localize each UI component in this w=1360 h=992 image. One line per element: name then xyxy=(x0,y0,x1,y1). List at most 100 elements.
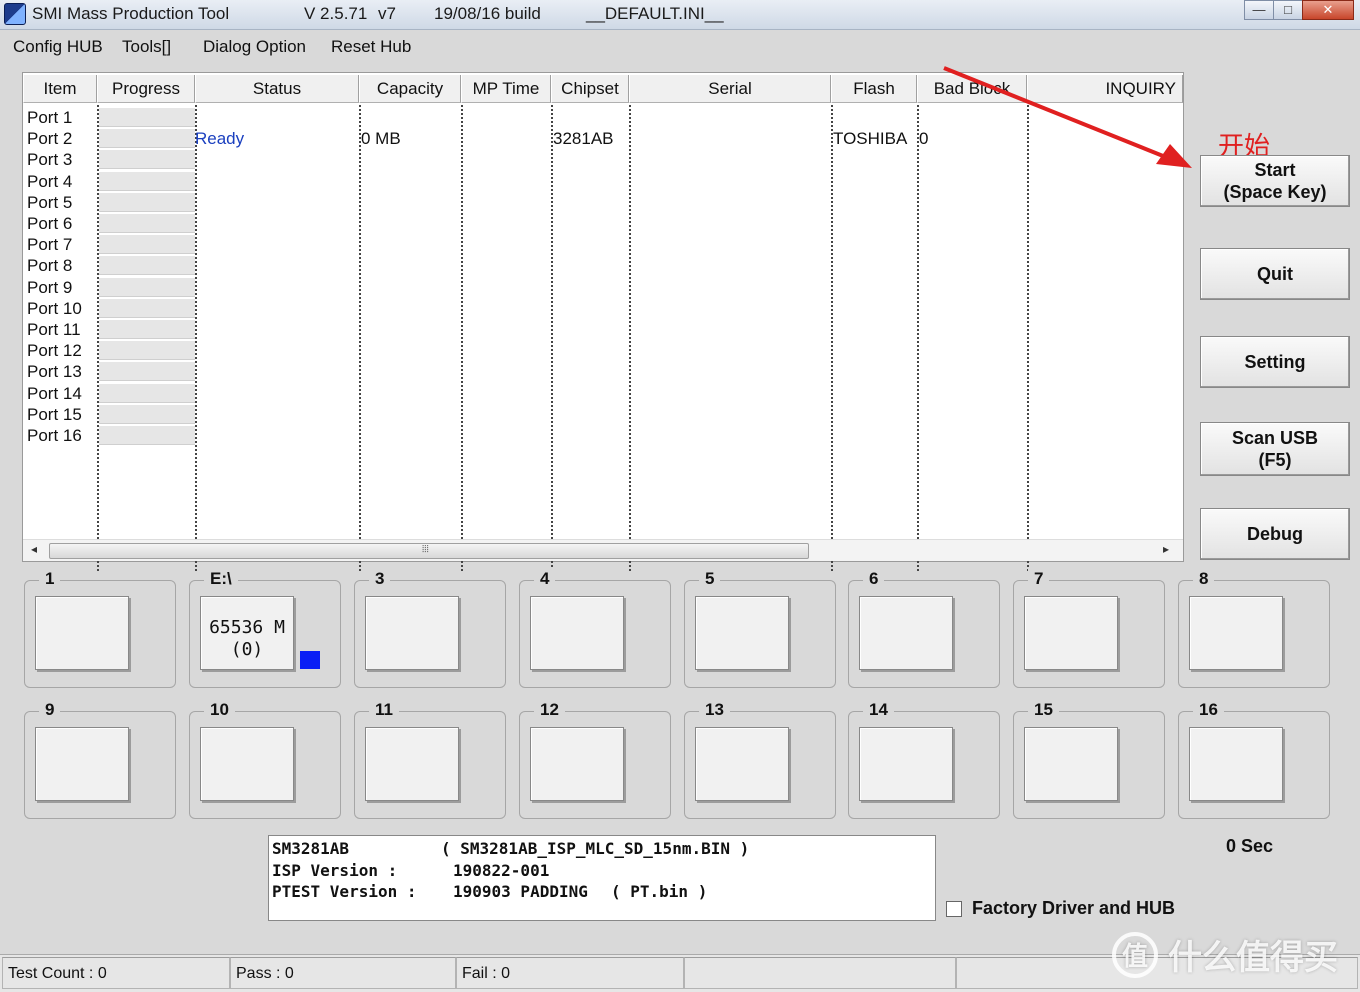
col-serial[interactable]: Serial xyxy=(629,75,831,103)
ptest-version-value: 190903 PADDING xyxy=(453,882,588,901)
port-status-box[interactable] xyxy=(1189,727,1283,801)
progress-cell xyxy=(99,256,195,276)
minimize-button[interactable]: — xyxy=(1244,0,1274,20)
setting-button[interactable]: Setting xyxy=(1200,336,1350,388)
port-status-box[interactable] xyxy=(1189,596,1283,670)
port-group-title: 11 xyxy=(369,700,399,720)
port-status-box[interactable]: 65536 M (0) xyxy=(200,596,294,670)
progress-cell xyxy=(99,341,195,361)
drive-status-indicator xyxy=(300,651,320,669)
scroll-left-icon[interactable]: ◂ xyxy=(31,542,37,556)
port-group-title: E:\ xyxy=(204,569,238,589)
elapsed-timer: 0 Sec xyxy=(1226,836,1274,856)
port-group-title: 5 xyxy=(699,569,721,589)
window-controls: — □ ✕ xyxy=(1244,0,1354,20)
port-status-box[interactable] xyxy=(695,727,789,801)
menu-config-hub[interactable]: Config HUB xyxy=(13,37,103,57)
port-group-15: 15 xyxy=(1013,700,1165,819)
progress-cell xyxy=(99,362,195,382)
port-status-box[interactable] xyxy=(859,596,953,670)
column-divider xyxy=(551,105,553,571)
status-panel xyxy=(684,957,956,989)
start-button[interactable]: Start (Space Key) xyxy=(1200,155,1350,207)
progress-cell xyxy=(99,404,195,424)
factory-driver-checkbox[interactable] xyxy=(946,900,962,917)
col-progress[interactable]: Progress xyxy=(97,75,195,103)
debug-button[interactable]: Debug xyxy=(1200,508,1350,560)
col-flash[interactable]: Flash xyxy=(831,75,917,103)
ini-label: __DEFAULT.INI__ xyxy=(586,4,724,23)
horizontal-scrollbar[interactable]: ◂ ⦙⦙⦙ ▸ xyxy=(23,539,1183,561)
scan-usb-key-label: (F5) xyxy=(1258,450,1292,470)
port-status-box[interactable] xyxy=(365,596,459,670)
port-group-14: 14 xyxy=(848,700,1000,819)
scroll-right-icon[interactable]: ▸ xyxy=(1163,542,1169,556)
col-mp-time[interactable]: MP Time xyxy=(461,75,551,103)
close-button[interactable]: ✕ xyxy=(1302,0,1354,20)
col-status[interactable]: Status xyxy=(195,75,359,103)
col-item[interactable]: Item xyxy=(23,75,97,103)
quit-button[interactable]: Quit xyxy=(1200,248,1350,300)
port-group-6: 6 xyxy=(848,569,1000,688)
port-group-11: 11 xyxy=(354,700,506,819)
menu-tools[interactable]: Tools[] xyxy=(122,37,171,57)
port-label: Port 3 xyxy=(27,150,73,170)
port2-status: Ready xyxy=(195,129,245,148)
port-status-box[interactable] xyxy=(530,596,624,670)
port2-flash: TOSHIBA xyxy=(833,129,908,148)
port-group-12: 12 xyxy=(519,700,671,819)
isp-version-label: ISP Version : xyxy=(272,861,398,880)
app-title: SMI Mass Production Tool xyxy=(32,4,230,23)
port-label: Port 8 xyxy=(27,256,73,276)
scroll-thumb[interactable]: ⦙⦙⦙ xyxy=(49,543,809,559)
variant-label: v7 xyxy=(378,4,396,23)
port-group-title: 7 xyxy=(1028,569,1050,589)
scan-usb-button[interactable]: Scan USB (F5) xyxy=(1200,422,1350,476)
isp-file: ( SM3281AB_ISP_MLC_SD_15nm.BIN ) xyxy=(441,839,750,858)
port2-chipset: 3281AB xyxy=(553,129,614,148)
annotation-arrow-icon xyxy=(943,66,1192,168)
menu-reset-hub[interactable]: Reset Hub xyxy=(331,37,411,57)
progress-cell xyxy=(99,171,195,191)
port-label: Port 4 xyxy=(27,171,73,191)
watermark-logo-icon: 值 xyxy=(1112,931,1158,978)
port-label: Port 1 xyxy=(27,108,73,127)
version-label: V 2.5.71 xyxy=(304,4,368,23)
progress-cell xyxy=(99,320,195,339)
port-status-box[interactable] xyxy=(695,596,789,670)
isp-version-value: 190822-001 xyxy=(453,861,550,880)
watermark: 值 什么值得买 xyxy=(1112,930,1338,979)
port-status-box[interactable] xyxy=(35,596,129,670)
progress-cell xyxy=(99,108,195,127)
col-capacity[interactable]: Capacity xyxy=(359,75,461,103)
port-label: Port 10 xyxy=(27,298,82,318)
maximize-button[interactable]: □ xyxy=(1273,0,1303,20)
port-label: Port 13 xyxy=(27,362,82,382)
port-group-5: 5 xyxy=(684,569,836,688)
build-label: 19/08/16 build xyxy=(434,4,541,23)
port-label: Port 9 xyxy=(27,277,73,297)
progress-cell xyxy=(99,235,195,255)
port-label: Port 6 xyxy=(27,214,73,233)
port-group-title: 9 xyxy=(39,700,61,720)
menu-dialog-option[interactable]: Dialog Option xyxy=(203,37,306,57)
port-status-box[interactable] xyxy=(859,727,953,801)
firmware-info-box: SM3281AB ( SM3281AB_ISP_MLC_SD_15nm.BIN … xyxy=(268,835,936,921)
factory-driver-label: Factory Driver and HUB xyxy=(972,898,1176,918)
port-status-box[interactable] xyxy=(1024,727,1118,801)
port-status-box[interactable] xyxy=(200,727,294,801)
port-group-13: 13 xyxy=(684,700,836,819)
port-group-title: 4 xyxy=(534,569,556,589)
port-group-title: 3 xyxy=(369,569,391,589)
port-status-box[interactable] xyxy=(530,727,624,801)
factory-driver-option[interactable]: Factory Driver and HUB xyxy=(946,898,1175,919)
port-status-box[interactable] xyxy=(365,727,459,801)
port-group-7: 7 xyxy=(1013,569,1165,688)
port-group-9: 9 xyxy=(24,700,176,819)
port-status-box[interactable] xyxy=(35,727,129,801)
column-divider xyxy=(629,105,631,571)
port-status-box[interactable] xyxy=(1024,596,1118,670)
col-chipset[interactable]: Chipset xyxy=(551,75,629,103)
title-bar: SMI Mass Production Tool V 2.5.71 v7 19/… xyxy=(0,0,1360,30)
column-divider xyxy=(831,105,833,571)
